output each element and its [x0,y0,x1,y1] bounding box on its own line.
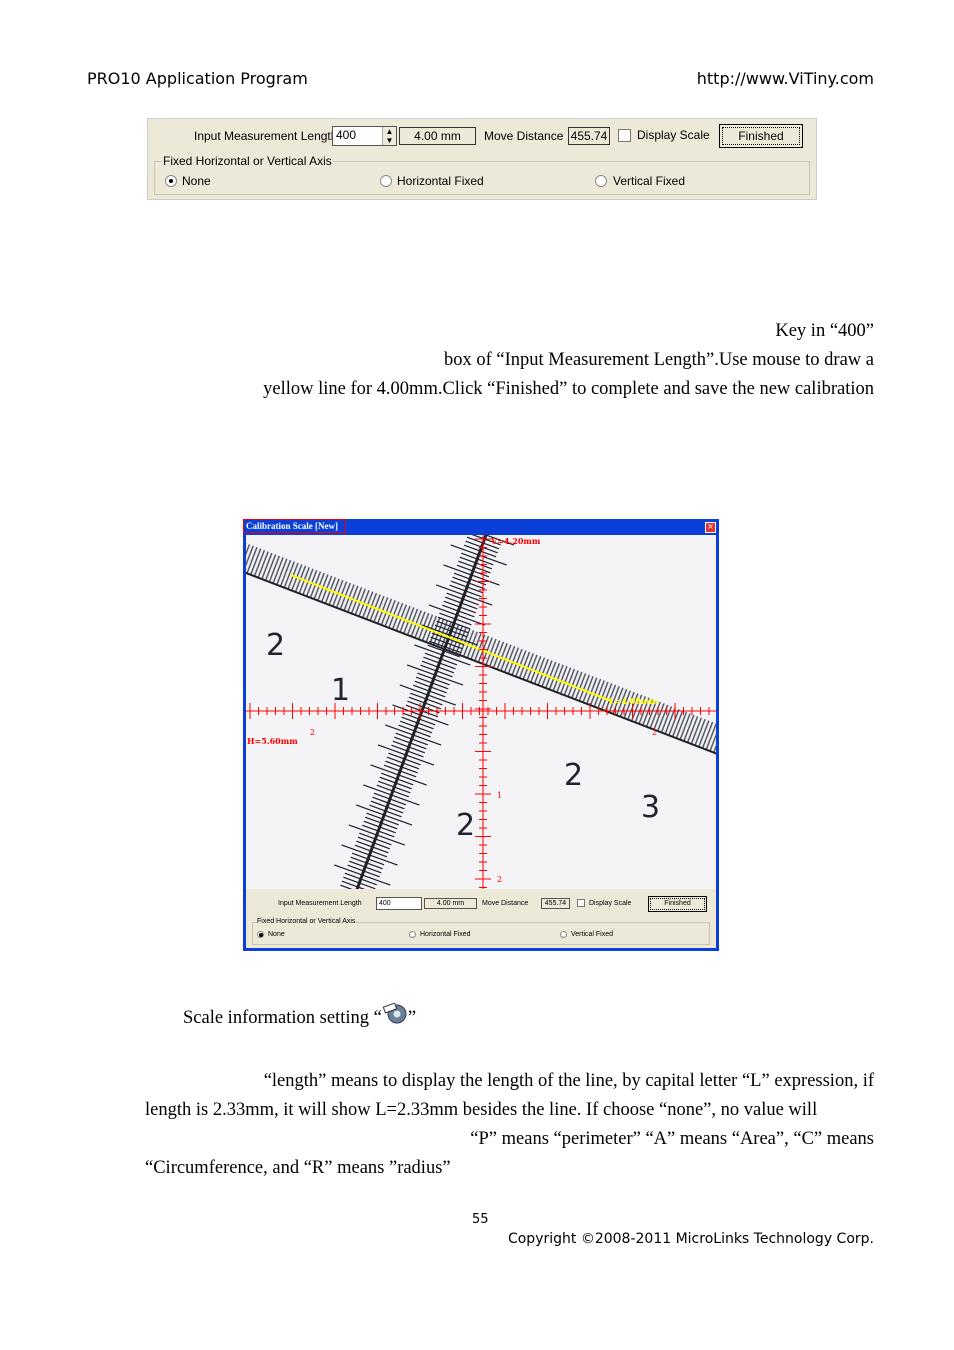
radio-none-label: None [182,174,211,188]
close-icon[interactable]: × [705,522,716,533]
finished-button[interactable]: Finished [648,896,707,912]
microscope-image: 2 1 2 3 2 V=4.20mm H=5.60mm L=4.00mm 2 2… [246,535,716,889]
mm-display: 4.00 mm [399,127,476,145]
ruler-number: 1 [331,673,350,708]
move-distance-label: Move Distance [484,129,564,143]
para2-close: ” [407,1008,417,1028]
calibration-toolbar: Input Measurement Length 400 ▲ ▼ 4.00 mm M… [147,118,817,200]
para3-line4: “Circumference, and “R” means ”radius” [145,1158,451,1178]
move-distance-value: 455.74 [568,127,610,145]
window-toolbar: Input Measurement Length 400 4.00 mm Mov… [246,889,716,948]
axis-label-2: 2 [497,875,502,884]
radio-none[interactable] [165,175,177,187]
input-length-field[interactable]: 400 [376,897,422,910]
finished-button[interactable]: Finished [719,124,803,148]
para1-line2: box of “Input Measurement Length”.Use mo… [444,350,874,370]
radio-vertical-fixed[interactable] [595,175,607,187]
input-length-value: 400 [379,900,391,907]
input-length-field[interactable]: 400 ▲ ▼ [332,126,397,146]
fixed-axis-label: Fixed Horizontal or Vertical Axis [257,918,356,925]
radio-horizontal-label: Horizontal Fixed [397,174,484,188]
radio-vertical-label: Vertical Fixed [613,174,686,188]
calibration-window: Calibration Scale [New] × 2 1 2 3 2 V=4.… [243,519,719,951]
axis-label-2: 2 [652,728,657,737]
length-label: L=4.00mm [609,696,658,706]
radio-none-label: None [268,931,285,938]
para2: Scale information setting “ ” [183,1002,417,1029]
input-length-value: 400 [336,128,357,142]
display-scale-label: Display Scale [637,128,710,142]
ruler-number: 3 [641,790,660,825]
spinner-icon[interactable]: ▲ ▼ [382,127,396,145]
fixed-axis-label: Fixed Horizontal or Vertical Axis [162,154,333,168]
input-length-label: Input Measurement Length [194,129,338,143]
document-page: PRO10 Application Program http://www.ViT… [0,0,954,1350]
radio-horizontal-label: Horizontal Fixed [420,931,471,938]
para3-line3: “P” means “perimeter” “A” means “Area”, … [470,1129,874,1149]
ruler-number: 2 [266,628,285,663]
ruler-gear-icon [382,1002,408,1025]
axis-label-1: 1 [497,791,502,800]
v-measure-label: V=4.20mm [490,536,541,546]
radio-horizontal-fixed[interactable] [409,931,416,938]
window-title: Calibration Scale [New] [243,519,346,533]
radio-none[interactable] [257,931,264,938]
display-scale-checkbox[interactable] [618,129,631,142]
ruler-number: 2 [456,808,475,843]
copyright: Copyright ©2008-2011 MicroLinks Technolo… [507,1231,874,1247]
fixed-axis-group [252,922,710,945]
header-url: http://www.ViTiny.com [696,69,874,88]
mm-display: 4.00 mm [424,898,477,909]
axis-label-2: 2 [310,728,315,737]
para1-line3: yellow line for 4.00mm.Click “Finished” … [263,379,874,399]
display-scale-checkbox[interactable] [577,899,585,907]
ruler-image: 2 1 2 3 2 V=4.20mm H=5.60mm L=4.00mm 2 2… [246,535,716,889]
header-title: PRO10 Application Program [87,69,308,88]
move-distance-value: 455.74 [541,898,570,909]
move-distance-label: Move Distance [482,900,529,907]
display-scale-label: Display Scale [589,900,632,907]
para2-text: Scale information setting “ [183,1008,382,1028]
para3-line2: length is 2.33mm, it will show L=2.33mm … [145,1100,818,1120]
para1-line1: Key in “400” [775,321,874,341]
h-measure-label: H=5.60mm [247,736,298,746]
radio-vertical-fixed[interactable] [560,931,567,938]
page-number: 55 [472,1212,489,1227]
ruler-number: 2 [564,758,583,793]
radio-horizontal-fixed[interactable] [380,175,392,187]
para3-line1: “length” means to display the length of … [263,1071,874,1091]
input-length-label: Input Measurement Length [278,900,362,907]
radio-vertical-label: Vertical Fixed [571,931,614,938]
